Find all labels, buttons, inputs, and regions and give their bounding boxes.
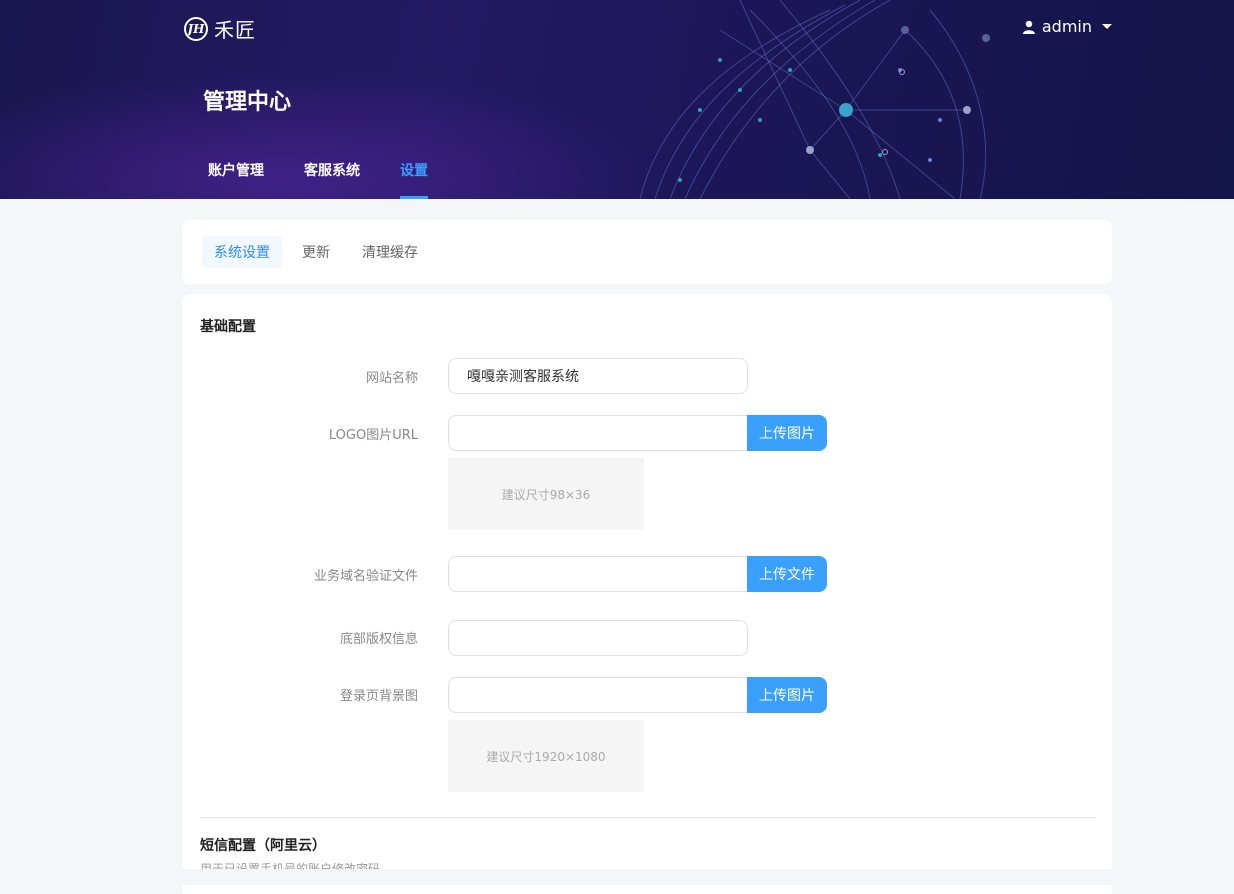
upload-login-bg-button[interactable]: 上传图片	[747, 677, 827, 713]
header-banner: JH 禾匠 admin 管理中心 账户管理 客服系统 设置	[0, 0, 1234, 199]
section-title-basic: 基础配置	[200, 319, 256, 335]
brand-name: 禾匠	[214, 18, 256, 42]
logo-url-group: 上传图片	[448, 415, 827, 451]
main-nav: 账户管理 客服系统 设置	[208, 160, 428, 199]
user-name: admin	[1041, 17, 1092, 36]
upload-file-button[interactable]: 上传文件	[747, 556, 827, 592]
section-desc-sms: 用于已设置手机号的账户修改密码	[200, 862, 381, 869]
settings-form-card: 基础配置 网站名称 嘎嘎亲测客服系统 LOGO图片URL 上传图片 建议尺寸98…	[182, 294, 1112, 894]
site-name-label: 网站名称	[365, 371, 418, 386]
page-title: 管理中心	[203, 90, 292, 115]
hero-network-art	[639, 0, 990, 199]
site-name-input[interactable]: 嘎嘎亲测客服系统	[448, 358, 748, 394]
copyright-label: 底部版权信息	[339, 632, 418, 647]
section-title-sms: 短信配置（阿里云）	[200, 838, 326, 854]
upload-logo-button[interactable]: 上传图片	[747, 415, 827, 451]
nav-tab-customer-service[interactable]: 客服系统	[304, 160, 360, 199]
subtab-update[interactable]: 更新	[290, 236, 342, 268]
nav-tab-accounts[interactable]: 账户管理	[208, 160, 264, 199]
domain-verify-group: 上传文件	[448, 556, 827, 592]
logo-preview: 建议尺寸98×36	[448, 458, 644, 530]
login-bg-input[interactable]	[448, 677, 747, 713]
logo-url-label: LOGO图片URL	[328, 428, 418, 443]
nav-tab-settings[interactable]: 设置	[400, 160, 428, 199]
domain-verify-label: 业务域名验证文件	[313, 569, 418, 584]
copyright-input[interactable]	[448, 620, 748, 656]
caret-down-icon	[1102, 24, 1112, 29]
brand-mark-icon: JH	[184, 16, 208, 41]
login-bg-label: 登录页背景图	[339, 689, 418, 704]
brand-logo[interactable]: JH 禾匠	[184, 14, 256, 43]
logo-url-input[interactable]	[448, 415, 747, 451]
user-icon	[1022, 20, 1035, 34]
settings-subnav: 系统设置 更新 清理缓存	[182, 220, 1112, 284]
subtab-system-settings[interactable]: 系统设置	[202, 236, 282, 268]
login-bg-preview: 建议尺寸1920×1080	[448, 720, 644, 792]
user-menu[interactable]: admin	[1022, 17, 1112, 36]
login-bg-group: 上传图片	[448, 677, 827, 713]
page-bottom-edge	[0, 869, 1234, 885]
subtab-clear-cache[interactable]: 清理缓存	[350, 236, 430, 268]
domain-verify-input[interactable]	[448, 556, 747, 592]
section-divider	[200, 817, 1096, 818]
